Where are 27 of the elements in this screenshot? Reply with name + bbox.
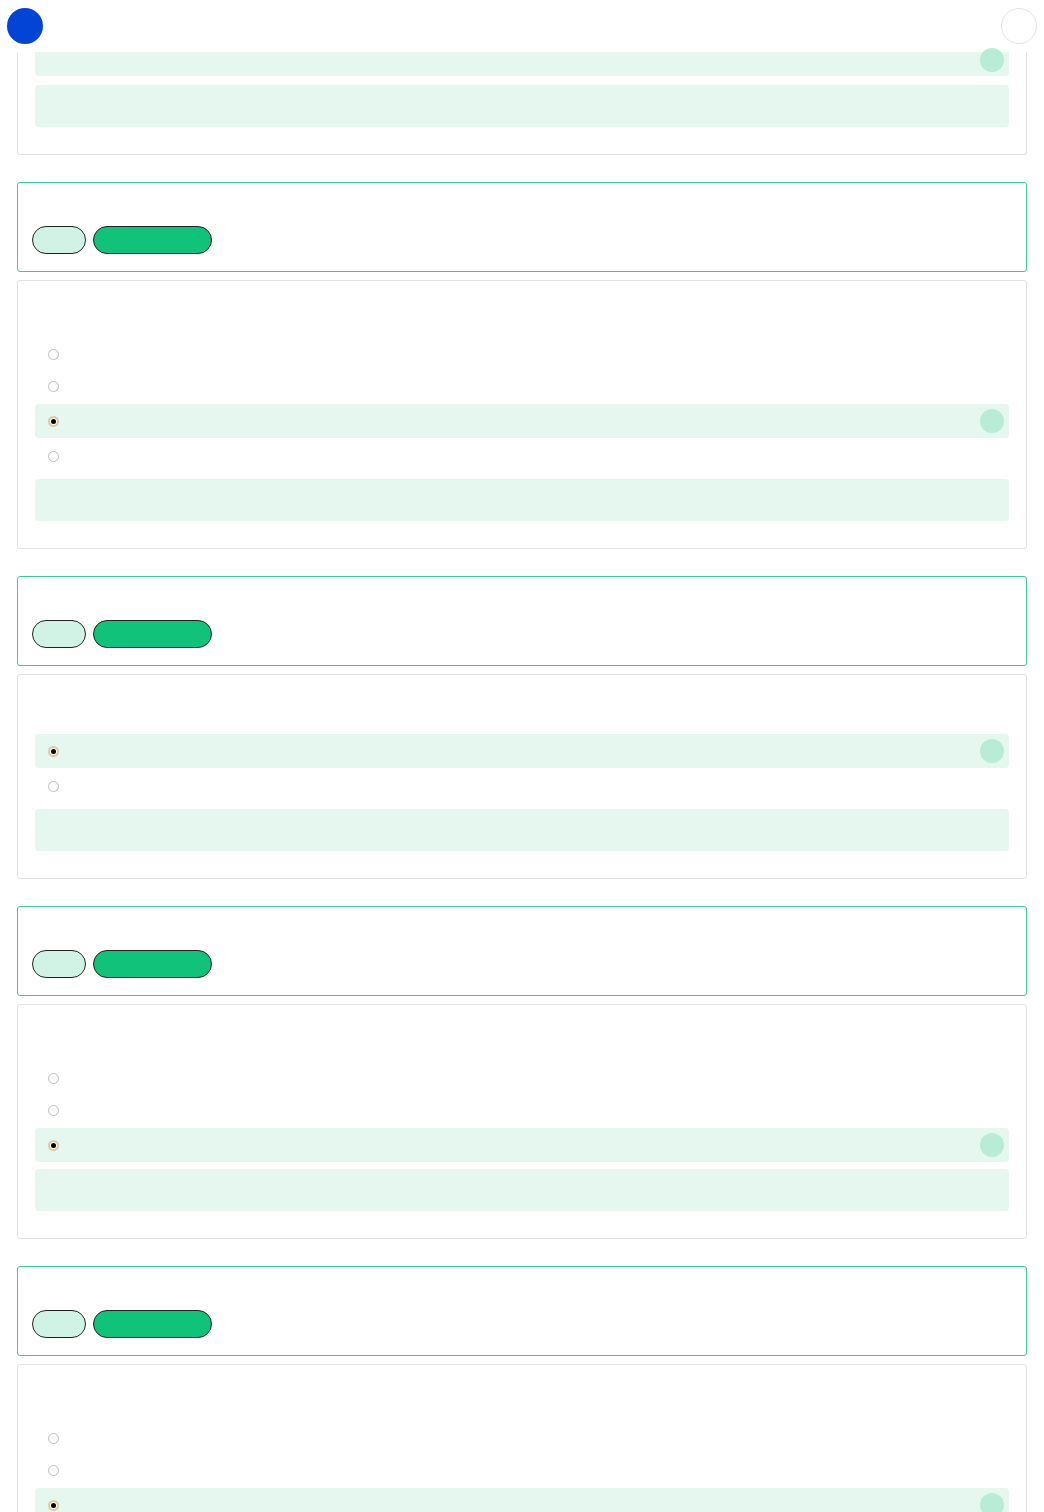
radio-button[interactable] [48,1139,59,1151]
tag-button[interactable] [93,1310,212,1338]
logo-icon[interactable] [7,8,43,44]
radio-button[interactable] [48,1499,59,1511]
radio-button[interactable] [48,745,59,757]
tag-button[interactable] [32,226,86,254]
tag-button[interactable] [32,950,86,978]
tag-button[interactable] [93,620,212,648]
radio-button[interactable] [48,450,59,462]
tag-button[interactable] [93,226,212,254]
radio-button[interactable] [48,1464,59,1476]
marker-icon [980,1493,1004,1512]
radio-button[interactable] [48,348,59,360]
radio-button[interactable] [48,780,59,792]
radio-button[interactable] [48,1072,59,1084]
radio-button[interactable] [48,380,59,392]
marker-icon [980,409,1004,433]
tag-button[interactable] [93,950,212,978]
marker-icon [980,48,1004,72]
radio-button[interactable] [48,1432,59,1444]
radio-button[interactable] [48,1104,59,1116]
tag-button[interactable] [32,620,86,648]
marker-icon [980,739,1004,763]
round-button[interactable] [1001,8,1037,44]
radio-button[interactable] [48,415,59,427]
tag-button[interactable] [32,1310,86,1338]
marker-icon [980,1133,1004,1157]
